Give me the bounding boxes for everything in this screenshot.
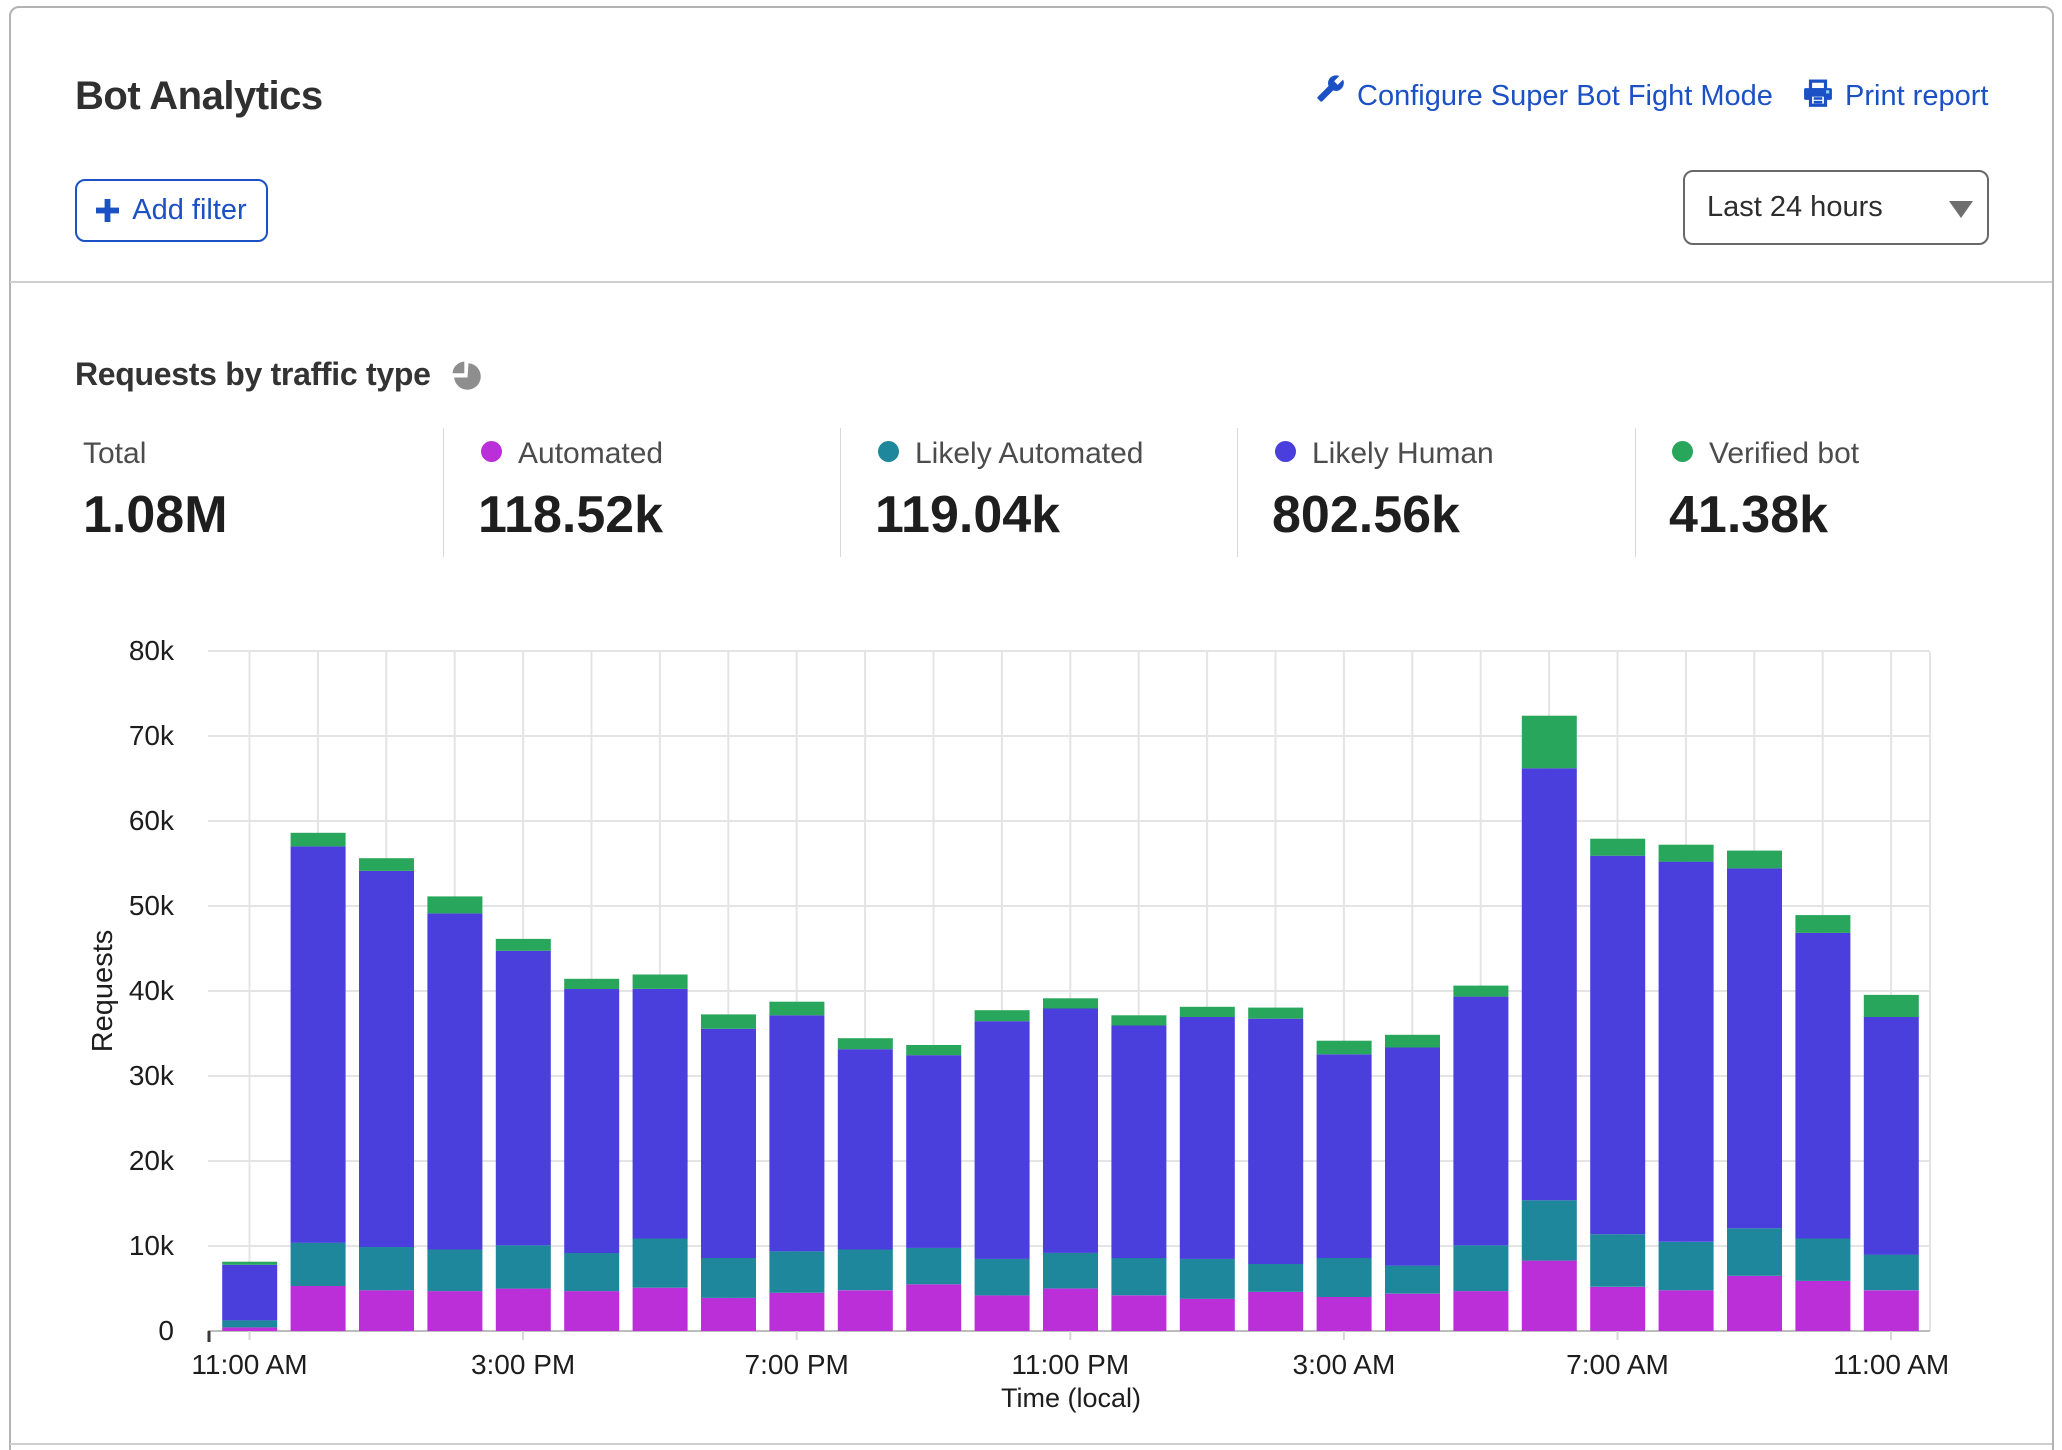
svg-text:50k: 50k <box>129 890 175 921</box>
svg-text:11:00 AM: 11:00 AM <box>1833 1349 1949 1380</box>
svg-text:7:00 AM: 7:00 AM <box>1566 1349 1669 1380</box>
svg-text:3:00 PM: 3:00 PM <box>471 1349 575 1380</box>
svg-text:11:00 PM: 11:00 PM <box>1011 1349 1129 1380</box>
svg-text:3:00 AM: 3:00 AM <box>1293 1349 1396 1380</box>
svg-text:30k: 30k <box>129 1060 175 1091</box>
svg-text:60k: 60k <box>129 805 175 836</box>
svg-text:40k: 40k <box>129 975 175 1006</box>
svg-text:0: 0 <box>158 1315 174 1346</box>
svg-text:Time (local): Time (local) <box>1001 1383 1141 1413</box>
svg-text:10k: 10k <box>129 1230 175 1261</box>
svg-text:20k: 20k <box>129 1145 175 1176</box>
svg-text:70k: 70k <box>129 720 175 751</box>
svg-text:Requests: Requests <box>87 930 119 1053</box>
svg-text:80k: 80k <box>129 635 175 666</box>
svg-text:11:00 AM: 11:00 AM <box>191 1349 307 1380</box>
svg-text:7:00 PM: 7:00 PM <box>745 1349 849 1380</box>
